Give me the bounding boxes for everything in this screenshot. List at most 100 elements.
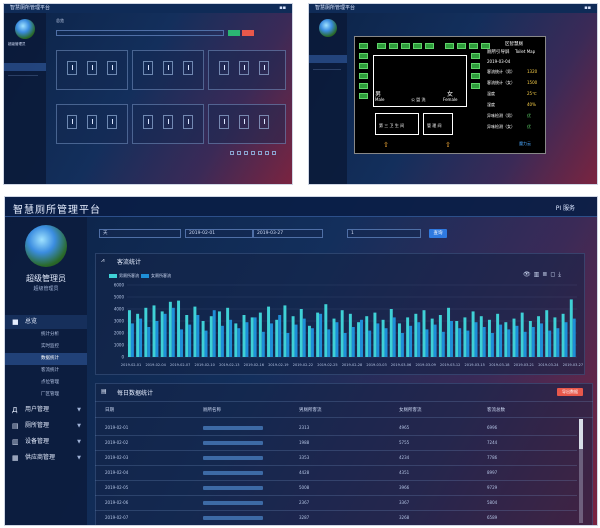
bar-female[interactable] xyxy=(327,329,331,357)
sidebar-subitem[interactable]: 实时监控 xyxy=(5,341,87,353)
pagination-item[interactable] xyxy=(237,151,241,155)
sidebar-subitem[interactable]: 统计分析 xyxy=(5,329,87,341)
sidebar-item-toilets[interactable]: ▤ 厕所管理 ▼ xyxy=(5,419,87,433)
keyword-input[interactable]: 1 xyxy=(347,229,421,238)
pagination-item[interactable] xyxy=(272,151,276,155)
room-card-6[interactable] xyxy=(208,104,286,144)
table-row[interactable] xyxy=(95,495,577,496)
export-button[interactable]: 导出数据 xyxy=(557,388,583,396)
bar-male[interactable] xyxy=(242,315,246,357)
bar-female[interactable] xyxy=(564,322,568,357)
bar-female[interactable] xyxy=(548,330,552,357)
sidebar-item-overview[interactable]: ■ 总览 xyxy=(5,315,87,329)
pagination-item[interactable] xyxy=(244,151,248,155)
guide-user-link[interactable]: ▪▪ xyxy=(584,4,591,13)
bar-male[interactable] xyxy=(250,317,254,357)
bar-male[interactable] xyxy=(463,317,467,357)
bar-male[interactable] xyxy=(193,306,197,357)
bar-female[interactable] xyxy=(523,331,527,357)
bar-female[interactable] xyxy=(531,327,535,357)
overview-user-link[interactable]: ▪▪ xyxy=(279,4,286,13)
bar-female[interactable] xyxy=(130,323,134,357)
bar-male[interactable] xyxy=(291,316,295,357)
overview-search-input[interactable] xyxy=(56,30,224,36)
bar-male[interactable] xyxy=(324,304,328,357)
room-card-5[interactable] xyxy=(132,104,204,144)
bar-male[interactable] xyxy=(430,318,434,357)
sidebar-item-devices[interactable]: ▥ 设备管理 ▼ xyxy=(5,435,87,449)
table-row[interactable] xyxy=(95,435,577,436)
bar-female[interactable] xyxy=(302,318,306,357)
guide-menu-active[interactable] xyxy=(309,55,347,63)
bar-female[interactable] xyxy=(556,328,560,357)
overview-delete-button[interactable] xyxy=(242,30,254,36)
bar-male[interactable] xyxy=(258,312,262,357)
bar-female[interactable] xyxy=(171,307,175,357)
bar-female[interactable] xyxy=(351,327,355,357)
bar-male[interactable] xyxy=(275,319,279,357)
pagination-item[interactable] xyxy=(251,151,255,155)
bar-female[interactable] xyxy=(180,329,183,357)
start-date-input[interactable]: 2019-02-01 xyxy=(185,229,253,238)
bar-female[interactable] xyxy=(212,310,216,357)
room-card-3[interactable] xyxy=(208,50,286,90)
bar-female[interactable] xyxy=(482,327,486,357)
bar-male[interactable] xyxy=(136,313,140,357)
bar-male[interactable] xyxy=(569,299,573,357)
bar-male[interactable] xyxy=(307,325,311,357)
overview-menu-active[interactable] xyxy=(4,63,46,71)
table-column-header[interactable]: 日期 xyxy=(105,407,114,413)
bar-male[interactable] xyxy=(340,310,344,357)
bar-female[interactable] xyxy=(441,331,445,357)
bar-female[interactable] xyxy=(515,325,519,357)
bar-female[interactable] xyxy=(245,322,249,357)
bar-male[interactable] xyxy=(177,300,181,357)
sidebar-item-users[interactable]: Д 用户管理 ▼ xyxy=(5,403,87,417)
sidebar-subitem[interactable]: 点位管理 xyxy=(5,377,87,389)
bar-female[interactable] xyxy=(286,333,290,357)
bar-male[interactable] xyxy=(185,315,189,357)
legend-label-male[interactable]: 男厕所客流 xyxy=(119,273,139,279)
bar-male[interactable] xyxy=(332,318,336,357)
legend-label-female[interactable]: 女厕所客流 xyxy=(151,273,171,279)
bar-male[interactable] xyxy=(127,310,131,357)
bar-female[interactable] xyxy=(474,322,478,357)
bar-female[interactable] xyxy=(278,315,282,357)
bar-male[interactable] xyxy=(389,309,393,357)
bar-male[interactable] xyxy=(455,321,459,357)
bar-female[interactable] xyxy=(433,324,437,357)
bar-female[interactable] xyxy=(319,313,323,357)
bar-male[interactable] xyxy=(373,312,377,357)
pagination-item[interactable] xyxy=(265,151,269,155)
bar-male[interactable] xyxy=(520,312,524,357)
bar-female[interactable] xyxy=(409,325,413,357)
bar-male[interactable] xyxy=(496,313,500,357)
pagination-item[interactable] xyxy=(258,151,262,155)
bar-female[interactable] xyxy=(204,330,208,357)
table-column-header[interactable]: 男厕所客流 xyxy=(299,407,322,413)
bar-female[interactable] xyxy=(376,323,380,357)
overview-add-button[interactable] xyxy=(228,30,240,36)
bar-female[interactable] xyxy=(392,317,396,357)
bar-male[interactable] xyxy=(267,306,271,357)
bar-female[interactable] xyxy=(490,333,494,357)
room-card-4[interactable] xyxy=(56,104,128,144)
pagination-item[interactable] xyxy=(230,151,234,155)
bar-female[interactable] xyxy=(417,322,421,357)
bar-male[interactable] xyxy=(479,316,483,357)
query-button[interactable]: 查询 xyxy=(429,229,447,238)
bar-female[interactable] xyxy=(499,324,503,357)
bar-female[interactable] xyxy=(343,333,347,357)
bar-female[interactable] xyxy=(310,328,314,357)
bar-female[interactable] xyxy=(360,319,363,357)
guide-menu-list[interactable] xyxy=(313,69,341,149)
bar-male[interactable] xyxy=(168,301,172,357)
bar-female[interactable] xyxy=(450,321,453,357)
bar-male[interactable] xyxy=(217,311,221,357)
bar-female[interactable] xyxy=(540,323,543,357)
bar-female[interactable] xyxy=(384,328,388,357)
bar-male[interactable] xyxy=(438,315,442,357)
sidebar-item-suppliers[interactable]: ▦ 供应商管理 ▼ xyxy=(5,451,87,465)
bar-male[interactable] xyxy=(160,311,164,357)
table-row[interactable] xyxy=(95,450,577,451)
